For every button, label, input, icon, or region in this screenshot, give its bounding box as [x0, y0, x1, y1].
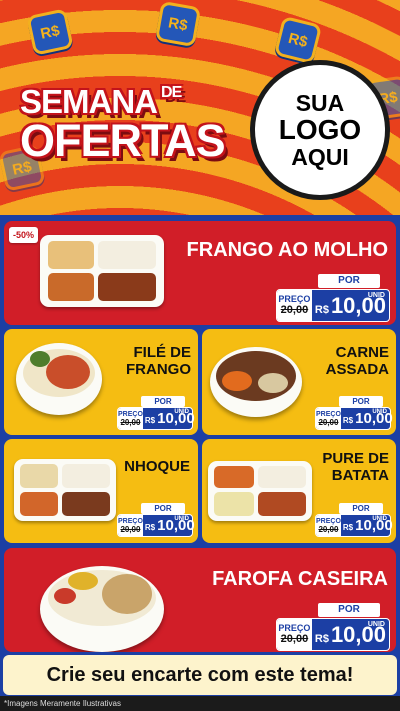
currency: R$: [314, 303, 329, 316]
unid-label: UNID: [367, 292, 385, 299]
por-label: POR: [318, 274, 380, 288]
meal-tray-image: [14, 459, 116, 521]
product-name: FAROFA CASEIRA: [212, 568, 388, 590]
product-name: PURE DE BATATA: [322, 450, 389, 484]
old-price: 20,00: [318, 524, 339, 534]
logo-text-line1: SUA: [295, 89, 345, 116]
product-name: CARNE ASSADA: [325, 344, 389, 378]
coin-icon: R$: [273, 15, 323, 65]
price-tag: POR PREÇO 20,00 R$ 10,00 UNID: [117, 396, 195, 430]
title-de: DE: [161, 84, 182, 101]
product-name: FRANGO AO MOLHO: [186, 239, 388, 261]
product-name: NHOQUE: [124, 458, 190, 475]
product-card-pure-de-batata[interactable]: PURE DE BATATA POR PREÇO 20,00 R$ 10,00 …: [202, 439, 396, 543]
coin-icon: R$: [26, 8, 74, 56]
old-price: 20,00: [318, 417, 339, 427]
product-card-frango-ao-molho[interactable]: -50% FRANGO AO MOLHO POR PREÇO 20,00 R$ …: [4, 221, 396, 325]
old-price: 20,00: [280, 633, 309, 645]
price-tag: POR PREÇO 20,00 R$ 10,00 UNID: [117, 503, 195, 537]
price-tag: POR PREÇO 20,00 R$ 10,00 UNID: [276, 603, 390, 651]
price-tag: POR PREÇO 20,00 R$ 10,00 UNID: [315, 396, 393, 430]
por-label: POR: [141, 396, 185, 407]
create-flyer-cta-button[interactable]: Crie seu encarte com este tema!: [3, 655, 397, 695]
meal-tray-image: [208, 461, 312, 521]
por-label: POR: [318, 603, 380, 617]
title-semana: SEMANA DE: [20, 83, 182, 120]
coin-icon: R$: [154, 0, 202, 48]
price-tag: POR PREÇO 20,00 R$ 10,00 UNID: [276, 274, 390, 322]
old-price: 20,00: [120, 524, 141, 534]
discount-badge: -50%: [9, 227, 39, 243]
price-tag: POR PREÇO 20,00 R$ 10,00 UNID: [315, 503, 393, 537]
product-card-nhoque[interactable]: NHOQUE POR PREÇO 20,00 R$ 10,00 UNID: [4, 439, 198, 543]
product-name: FILÉ DE FRANGO: [126, 344, 191, 378]
old-price: 20,00: [280, 304, 309, 316]
title-ofertas: OFERTAS: [20, 115, 226, 166]
por-label: POR: [339, 503, 383, 514]
product-card-file-de-frango[interactable]: FILÉ DE FRANGO POR PREÇO 20,00 R$ 10,00 …: [4, 329, 198, 435]
disclaimer-text: *Imagens Meramente Ilustrativas: [0, 696, 400, 711]
product-card-farofa-caseira[interactable]: FAROFA CASEIRA POR PREÇO 20,00 R$ 10,00 …: [4, 548, 396, 652]
por-label: POR: [339, 396, 383, 407]
product-grid: -50% FRANGO AO MOLHO POR PREÇO 20,00 R$ …: [0, 215, 400, 711]
por-label: POR: [141, 503, 185, 514]
logo-text-line3: AQUI: [291, 143, 349, 170]
old-price: 20,00: [120, 417, 141, 427]
product-card-carne-assada[interactable]: CARNE ASSADA POR PREÇO 20,00 R$ 10,00 UN…: [202, 329, 396, 435]
header-banner: R$ R$ R$ R$ R$ SEMANA DE OFERTAS SUA LOGO…: [0, 0, 400, 215]
bowl-image: [40, 556, 164, 652]
bowl-image: [16, 343, 102, 419]
preco-label: PREÇO: [278, 294, 311, 304]
logo-placeholder[interactable]: SUA LOGO AQUI: [250, 60, 390, 200]
logo-text-line2: LOGO: [278, 114, 362, 146]
bowl-image: [210, 347, 302, 419]
meal-tray-image: [40, 235, 164, 307]
